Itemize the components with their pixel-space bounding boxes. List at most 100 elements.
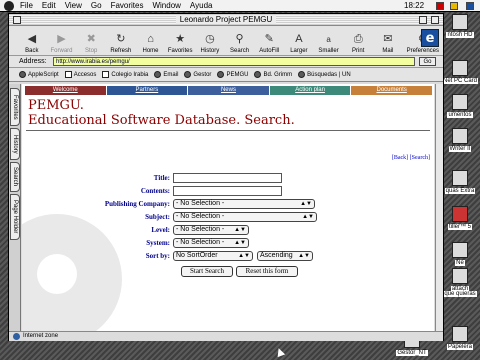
title-divider (26, 130, 430, 131)
sort-select[interactable]: No SortOrder ▲▼ (173, 251, 253, 261)
zoom-box[interactable] (419, 16, 427, 24)
mail-button[interactable]: ✉ Mail (373, 33, 403, 54)
page-title-line-2: Educational Software Database. Search. (28, 113, 295, 128)
row-contents: Contents: (22, 186, 434, 197)
acrobat-icon (452, 206, 468, 222)
history-icon: ◷ (205, 33, 215, 45)
card-icon (452, 60, 468, 76)
smaller-button[interactable]: a Smaller (314, 33, 344, 54)
desktop-icon-distiller[interactable]: tiller™ 5 (440, 206, 480, 230)
search-button[interactable]: ⚲ Search (225, 33, 255, 54)
desktop-icon-hd[interactable]: ntosh HD (440, 14, 480, 38)
desktop-icon-extra[interactable]: quas Extra (440, 170, 480, 194)
history-button[interactable]: ◷ History (195, 33, 225, 54)
nav-partners[interactable]: Partners (106, 86, 188, 95)
system-select[interactable]: - No Selection - ▲▼ (173, 238, 249, 248)
nav-welcome[interactable]: Welcome (25, 86, 106, 95)
reset-form-button[interactable]: Reset this form (236, 266, 298, 277)
order-select[interactable]: Ascending ▲▼ (257, 251, 313, 261)
status-bar: Internet zone (9, 331, 443, 341)
smaller-text-icon: a (326, 35, 331, 44)
row-level: Level: - No Selection - ▲▼ (22, 225, 434, 236)
nav-news[interactable]: News (188, 86, 269, 95)
sort-label: Sort by: (145, 252, 170, 260)
menu-edit[interactable]: Edit (42, 1, 56, 10)
publishing-label: Publishing Company: (104, 200, 170, 208)
favorite-email[interactable]: Email (154, 71, 178, 78)
favorite-pemgu[interactable]: PEMGU (217, 71, 248, 78)
document-icon (452, 268, 468, 284)
contents-input[interactable] (173, 186, 282, 196)
favorite-applescript[interactable]: AppleScript (19, 71, 59, 78)
nav-documents[interactable]: Documents (351, 86, 432, 95)
favorite-gestor[interactable]: Gestor (184, 71, 211, 78)
desktop-icon-attach[interactable]: attach (440, 268, 480, 292)
ie-logo-icon[interactable]: e (421, 29, 439, 47)
publishing-select[interactable]: - No Selection - ▲▼ (173, 199, 315, 209)
tab-history[interactable]: History (10, 128, 20, 160)
page-title-line-1: PEMGU. (28, 98, 84, 113)
larger-button[interactable]: A Larger (284, 33, 314, 54)
control-strip-icon[interactable] (436, 2, 444, 10)
select-arrows-icon: ▲▼ (234, 227, 246, 233)
menubar-clock[interactable]: 18:22 (404, 1, 424, 10)
level-select[interactable]: - No Selection - ▲▼ (173, 225, 249, 235)
address-bar: Address: http://www.irabia.es/pemgu/ Go (9, 56, 443, 68)
collapse-box[interactable] (431, 16, 439, 24)
menu-view[interactable]: View (65, 1, 82, 10)
menu-file[interactable]: File (20, 1, 33, 10)
autofill-button[interactable]: ✎ AutoFill (254, 33, 284, 54)
go-button[interactable]: Go (419, 57, 436, 66)
menu-favorites[interactable]: Favorites (111, 1, 144, 10)
desktop-icon-writer[interactable]: Writer II (440, 128, 480, 152)
application-menu-icon[interactable] (466, 2, 474, 10)
back-button[interactable]: ◀ Back (17, 33, 47, 54)
application-icon (452, 242, 468, 258)
refresh-button[interactable]: ↻ Refresh (106, 33, 136, 54)
tab-favorites[interactable]: Favorites (10, 88, 20, 126)
select-arrows-icon: ▲▼ (234, 240, 246, 246)
favorites-button[interactable]: ★ Favorites (165, 33, 195, 54)
home-button[interactable]: ⌂ Home (136, 33, 166, 54)
apple-menu-icon[interactable] (4, 0, 14, 11)
back-search-links[interactable]: [Back] [Search] (392, 155, 430, 161)
menu-go[interactable]: Go (91, 1, 102, 10)
favorite-accesos[interactable]: Accesos (64, 71, 96, 78)
forward-arrow-icon: ▶ (57, 33, 66, 45)
autofill-icon: ✎ (264, 33, 274, 45)
vertical-scrollbar[interactable] (435, 84, 443, 331)
document-icon (64, 71, 72, 78)
forward-button[interactable]: ▶ Forward (47, 33, 77, 54)
title-input[interactable] (173, 173, 282, 183)
tab-page-holder[interactable]: Page Holder (10, 194, 20, 240)
tab-search[interactable]: Search (10, 162, 20, 192)
search-icon: ⚲ (235, 33, 244, 45)
desktop-icon-trash[interactable]: Papelera (440, 326, 480, 350)
keyboard-layout-icon[interactable] (450, 2, 458, 10)
globe-icon (254, 71, 262, 78)
favorite-busquedas[interactable]: Búsquedas | UN (298, 71, 351, 78)
menu-ayuda[interactable]: Ayuda (190, 1, 213, 10)
desktop-icon-documentos[interactable]: umentos (440, 94, 480, 118)
start-search-button[interactable]: Start Search (181, 266, 233, 277)
desktop-icon-ne[interactable]: Ne (440, 242, 480, 266)
favorite-bd-grimm[interactable]: Bd. Grimm (254, 71, 292, 78)
address-input[interactable]: http://www.irabia.es/pemgu/ (53, 57, 415, 66)
globe-icon (217, 71, 225, 78)
mail-icon: ✉ (383, 33, 393, 45)
subject-select[interactable]: - No Selection - ▲▼ (173, 212, 317, 222)
print-icon: ⎙ (353, 33, 363, 45)
desktop-icon-quieras[interactable]: que quieras (440, 290, 480, 297)
desktop-icon-pccard[interactable]: Net PC Card (440, 60, 480, 84)
nav-action-plan[interactable]: Action plan (269, 86, 351, 95)
select-arrows-icon: ▲▼ (238, 253, 250, 259)
title-label: Title: (153, 174, 170, 182)
window-title: Leonardo Project PEMGU (175, 15, 277, 24)
system-label: System: (146, 239, 170, 247)
stop-button[interactable]: ✖ Stop (76, 33, 106, 54)
menu-window[interactable]: Window (152, 1, 180, 10)
application-icon (452, 128, 468, 144)
window-titlebar[interactable]: Leonardo Project PEMGU (9, 14, 443, 26)
favorite-colegio-irabia[interactable]: Colegio Irabia (102, 71, 148, 78)
print-button[interactable]: ⎙ Print (343, 33, 373, 54)
